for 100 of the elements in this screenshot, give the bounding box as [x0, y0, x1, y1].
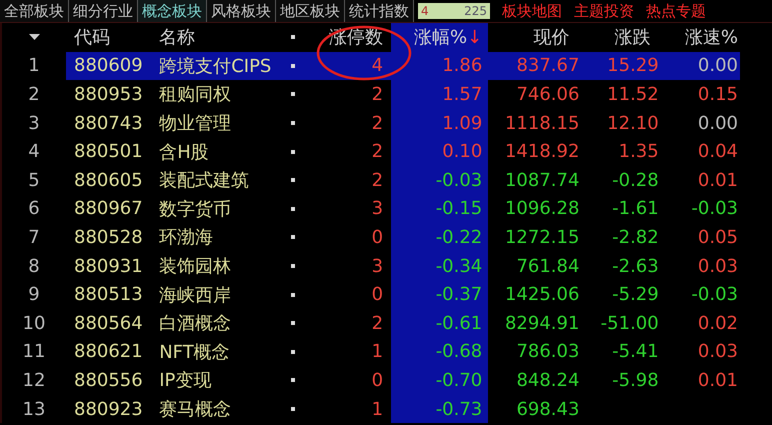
- row-number: 11: [22, 341, 46, 362]
- table-cell: -0.37: [436, 284, 482, 306]
- table-cell-text: 物业管理: [159, 112, 232, 136]
- tab[interactable]: 风格板块: [207, 0, 276, 22]
- table-cell-text: 880528: [73, 226, 144, 250]
- table-cell: -0.15: [436, 198, 482, 220]
- table-cell: 0.15: [698, 84, 738, 105]
- counter-field[interactable]: 4 225: [418, 3, 490, 19]
- row-number: 7: [28, 226, 40, 248]
- table-cell: 0: [372, 284, 384, 306]
- bullet-icon: [290, 378, 295, 382]
- table-cell-text: 数字货币: [159, 198, 232, 222]
- row-number: 1: [28, 55, 40, 76]
- table-cell: -2.63: [612, 256, 659, 277]
- table-cell: -0.70: [436, 370, 482, 391]
- row-number: 8: [28, 256, 40, 277]
- column-header[interactable]: 涨跌: [581, 23, 661, 52]
- table-cell: 8294.91: [504, 312, 580, 334]
- table-row[interactable]: 880513 海峡西岸 0 -0.37 1425.06 -5.29 -0.03: [66, 280, 740, 309]
- table-cell-text: 环渤海: [159, 226, 214, 250]
- table-row[interactable]: 880923 赛马概念 1 -0.73 698.43: [66, 394, 740, 424]
- table-cell: 837.67: [516, 55, 580, 76]
- table-cell: 11.52: [607, 84, 659, 105]
- table-cell-text: 880953: [73, 82, 144, 107]
- table-row[interactable]: 880967 数字货币 3 -0.15 1096.28 -1.61 -0.03: [66, 194, 740, 224]
- table-row[interactable]: 880621 NFT概念 1 -0.68 786.03 -5.41 0.03: [66, 338, 740, 366]
- table-row[interactable]: 880931 装饰园林 3 -0.34 761.84 -2.63 0.03: [66, 252, 740, 280]
- bullet-icon: [290, 121, 295, 126]
- table-cell: 1272.15: [504, 226, 580, 248]
- table-cell: 2: [372, 141, 384, 162]
- table-cell: -5.29: [612, 284, 659, 306]
- table-cell: 1: [372, 398, 384, 420]
- table-cell: 1096.28: [504, 198, 580, 220]
- table-cell: -51.00: [600, 312, 659, 334]
- caret-icon[interactable]: [28, 34, 40, 40]
- bullet-icon: [290, 235, 295, 240]
- table-cell-text: 880556: [73, 368, 144, 393]
- table-cell: -5.41: [612, 341, 659, 362]
- table-cell: 2: [372, 312, 384, 334]
- table-cell: 1087.74: [504, 170, 580, 191]
- table-cell-text: 880923: [73, 398, 144, 422]
- bullet-icon: [290, 35, 295, 40]
- row-number: 3: [28, 112, 40, 134]
- column-header[interactable]: 现价: [488, 23, 582, 52]
- table-cell: 1.57: [442, 84, 482, 105]
- table-row[interactable]: 880564 白酒概念 2 -0.61 8294.91 -51.00 0.02: [66, 308, 740, 338]
- table-cell: 698.43: [516, 398, 580, 420]
- table-cell-text: 装饰园林: [159, 255, 232, 280]
- table-cell: 1.09: [442, 112, 482, 134]
- tab[interactable]: 地区板块: [276, 0, 345, 22]
- bullet-icon: [290, 264, 295, 268]
- bullet-icon: [290, 150, 295, 154]
- table-cell: 848.24: [516, 370, 580, 391]
- table-cell: 1.86: [442, 55, 482, 76]
- table-cell-text: 880609: [73, 54, 144, 78]
- table-cell: 1118.15: [504, 112, 580, 134]
- column-header[interactable]: 代码: [66, 23, 160, 52]
- table-cell: 2: [372, 84, 384, 105]
- table-cell: 15.29: [607, 55, 659, 76]
- table-cell-text: 装配式建筑: [159, 169, 250, 194]
- table-cell-text: 跨境支付CIPS: [159, 54, 272, 79]
- table-cell: -0.03: [691, 284, 738, 306]
- bullet-icon: [290, 407, 295, 412]
- table-row[interactable]: 880501 含H股 2 0.10 1418.92 1.35 0.04: [66, 137, 740, 166]
- table-cell: 0: [372, 226, 384, 248]
- table-cell: 0.03: [698, 256, 738, 277]
- column-header[interactable]: 涨速%: [660, 23, 740, 52]
- table-row[interactable]: 880605 装配式建筑 2 -0.03 1087.74 -0.28 0.01: [66, 166, 740, 195]
- table-row[interactable]: 880528 环渤海 0 -0.22 1272.15 -2.82 0.05: [66, 223, 740, 252]
- link[interactable]: 主题投资: [568, 0, 640, 22]
- table-cell: 1425.06: [504, 284, 580, 306]
- table-cell: 0.00: [698, 112, 738, 134]
- column-header[interactable]: 名称: [159, 23, 278, 52]
- column-header[interactable]: 涨幅%↓: [391, 23, 488, 52]
- link[interactable]: 板块地图: [496, 0, 568, 22]
- table-row[interactable]: 880953 租购同权 2 1.57 746.06 11.52 0.15: [66, 80, 740, 109]
- table-cell: 3: [372, 256, 384, 277]
- bullet-icon: [290, 92, 295, 96]
- table-cell-text: 租购同权: [159, 83, 232, 108]
- tab[interactable]: 全部板块: [0, 0, 69, 22]
- table-cell-text: 880605: [73, 168, 144, 193]
- link[interactable]: 热点专题: [640, 0, 712, 22]
- table-cell: 1: [372, 341, 384, 362]
- table-cell: 4: [372, 55, 384, 76]
- row-number: 10: [22, 312, 46, 334]
- table-cell: 1418.92: [504, 141, 580, 162]
- table-cell: 0.02: [698, 312, 738, 334]
- tab[interactable]: 细分行业: [69, 0, 138, 22]
- table-cell: 3: [372, 198, 384, 220]
- table-cell: -0.22: [436, 226, 482, 248]
- table-row[interactable]: 880743 物业管理 2 1.09 1118.15 12.10 0.00: [66, 108, 740, 138]
- table-cell-text: 880967: [73, 197, 144, 222]
- table-row[interactable]: 880609 跨境支付CIPS 4 1.86 837.67 15.29 0.00: [66, 52, 740, 80]
- table-cell: -1.61: [612, 198, 659, 220]
- row-number: 9: [28, 284, 40, 306]
- tab[interactable]: 概念板块: [138, 0, 207, 22]
- table-cell: 0.05: [698, 226, 738, 248]
- table-row[interactable]: 880556 IP变现 0 -0.70 848.24 -5.98 0.01: [66, 366, 740, 395]
- tab[interactable]: 统计指数: [345, 0, 414, 22]
- table-cell: -0.03: [436, 170, 482, 191]
